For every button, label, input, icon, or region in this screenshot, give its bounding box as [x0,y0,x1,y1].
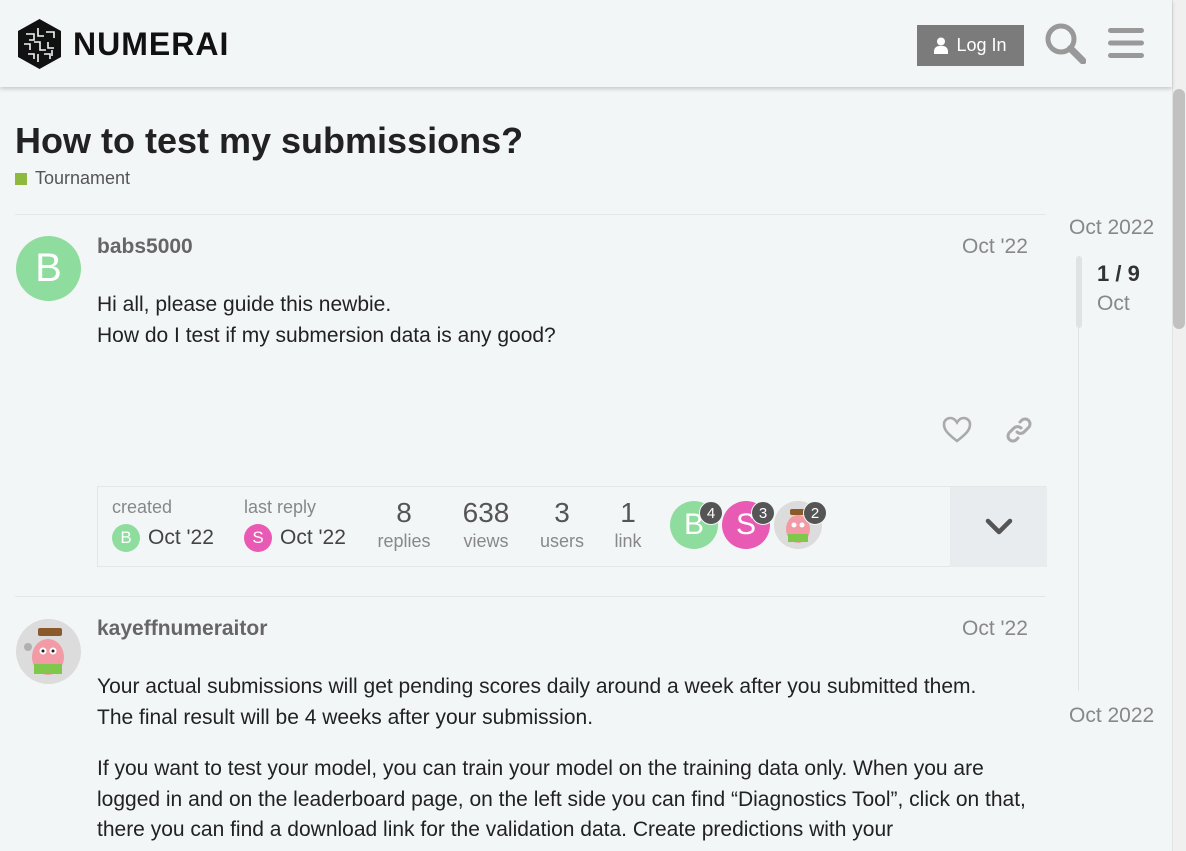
created-label: created [112,497,173,517]
avatar[interactable] [16,619,81,684]
divider [15,596,1046,597]
participant-post-count: 2 [803,501,827,525]
avatar-letter: B [35,246,62,290]
post-paragraph: If you want to test your model, you can … [97,757,1026,841]
created-date[interactable]: Oct '22 [148,526,214,550]
stat-views: 638 views [456,497,516,552]
topic-map: created B Oct '22 last reply S Oct '22 8… [97,486,1047,567]
heart-icon[interactable] [942,415,972,445]
numerai-logo-icon [18,19,61,69]
scrollbar-thumb[interactable] [1173,89,1185,329]
cartoon-avatar-icon [16,619,81,684]
participant-post-count: 3 [751,501,775,525]
stat-label: link [614,531,642,551]
post-body: Hi all, please guide this newbie. How do… [97,290,1027,351]
timeline-start-date[interactable]: Oct 2022 [1069,216,1154,240]
stat-replies: 8 replies [374,497,434,552]
post-paragraph: Your actual submissions will get pending… [97,675,977,698]
avatar[interactable]: B [112,524,140,552]
stat-users: 3 users [532,497,592,552]
stat-label: users [539,531,584,551]
brand-name: NUMERAI [73,25,230,62]
participant-post-count: 4 [699,501,723,525]
avatar[interactable]: B [16,236,81,301]
post-username[interactable]: babs5000 [97,235,193,259]
user-icon [934,37,949,54]
timeline-position: 1 / 9 [1097,261,1140,286]
topic-title[interactable]: How to test my submissions? [15,120,523,162]
stat-value: 1 [620,497,636,528]
timeline-scroll-handle[interactable] [1076,256,1082,328]
avatar-letter: S [252,528,264,547]
avatar[interactable]: S [244,524,272,552]
category-color-swatch [15,172,27,185]
site-header: NUMERAI Log In [0,0,1172,87]
post-body: Your actual submissions will get pending… [97,672,1027,846]
post-username[interactable]: kayeffnumeraitor [97,617,267,641]
stat-value: 3 [554,497,570,528]
stat-label: views [463,531,509,551]
expand-topic-map-button[interactable] [950,487,1047,567]
divider [15,214,1046,215]
created-info: created B Oct '22 [112,497,214,552]
post-paragraph: The final result will be 4 weeks after y… [97,705,594,729]
stat-value: 638 [462,497,510,528]
post-date[interactable]: Oct '22 [962,617,1028,641]
last-reply-label: last reply [244,497,317,517]
stat-value: 8 [396,497,412,528]
post-paragraph: How do I test if my submersion data is a… [97,323,556,347]
post-date[interactable]: Oct '22 [962,235,1028,259]
login-label: Log In [956,35,1007,55]
timeline-end-date[interactable]: Oct 2022 [1069,704,1154,728]
avatar-letter: B [120,528,132,547]
hamburger-menu-icon[interactable] [1108,26,1144,60]
last-reply-info: last reply S Oct '22 [244,497,346,552]
stat-links: 1 link [603,497,653,552]
last-reply-date[interactable]: Oct '22 [280,526,346,550]
post-paragraph: Hi all, please guide this newbie. [97,293,392,316]
stat-label: replies [377,531,431,551]
category-name: Tournament [35,168,131,188]
category-badge[interactable]: Tournament [15,168,130,189]
site-logo[interactable]: NUMERAI [16,18,229,70]
timeline-current-date: Oct [1097,292,1130,315]
search-icon[interactable] [1044,22,1086,64]
login-button[interactable]: Log In [917,25,1024,66]
link-icon[interactable] [1004,415,1034,445]
chevron-down-icon [985,518,1012,535]
